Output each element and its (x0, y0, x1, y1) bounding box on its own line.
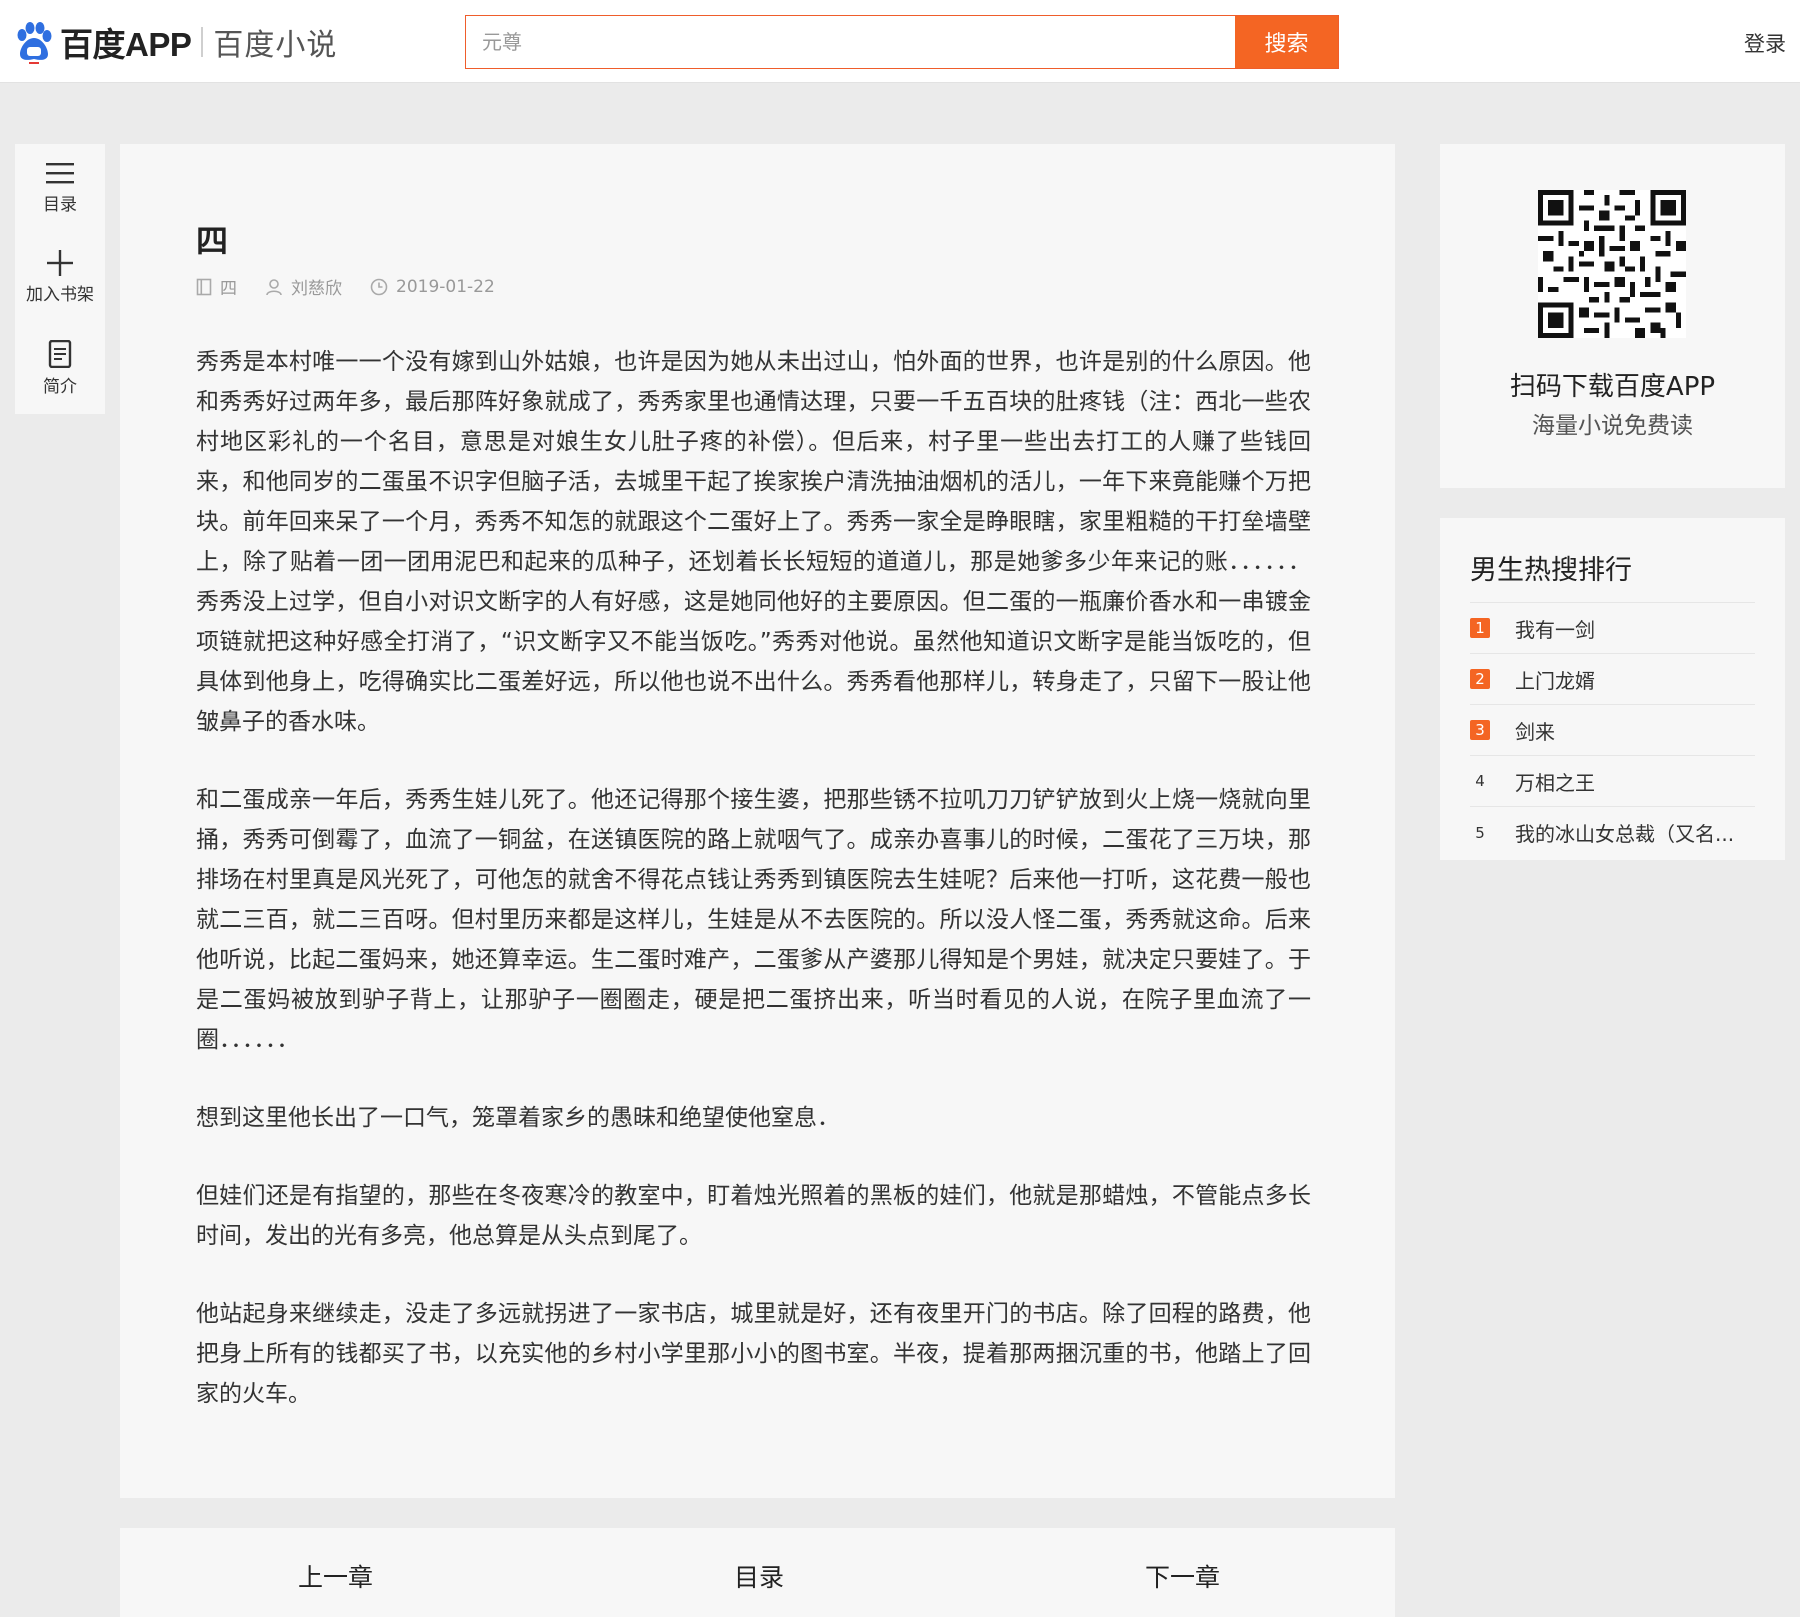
qr-card-title: 扫码下载百度APP (1509, 372, 1716, 402)
paragraph: 他站起身来继续走，没走了多远就拐进了一家书店，城里就是好，还有夜里开门的书店。除… (196, 1301, 1311, 1407)
reader-toolbar: 目录 加入书架 简介 (15, 144, 105, 414)
toolbar-toc-label: 目录 (43, 195, 77, 215)
meta-date-value: 2019-01-22 (396, 276, 495, 297)
sub-brand-name: 百度小说 (213, 28, 338, 63)
ranking-item[interactable]: 1 我有一剑 (1470, 603, 1755, 654)
baidu-paw-icon (17, 22, 52, 64)
chapter-title: 四 (196, 222, 229, 260)
book-icon (196, 278, 212, 295)
brand-divider (201, 27, 204, 57)
ranking-item-name: 我有一剑 (1515, 617, 1595, 642)
rank-badge: 2 (1470, 669, 1490, 689)
ranking-item[interactable]: 3 剑来 (1470, 705, 1755, 756)
meta-date: 2019-01-22 (370, 277, 495, 297)
meta-author-name: 刘慈欣 (291, 279, 342, 299)
toc-button[interactable]: 目录 (734, 1558, 784, 1594)
ranking-item-name: 剑来 (1515, 719, 1555, 744)
toolbar-intro-label: 简介 (43, 377, 77, 397)
ranking-item-name: 万相之王 (1515, 770, 1595, 795)
toolbar-toc-button[interactable]: 目录 (15, 160, 105, 240)
prev-chapter-button[interactable]: 上一章 (298, 1558, 373, 1594)
ranking-item-name: 我的冰山女总裁（又名... (1515, 822, 1735, 846)
rank-badge: 1 (1470, 618, 1490, 638)
brand-name: 百度APP (60, 26, 192, 63)
meta-author[interactable]: 刘慈欣 (265, 274, 342, 299)
paragraph: 秀秀是本村唯一一个没有嫁到山外姑娘，也许是因为她从未出过山，怕外面的世界，也许是… (196, 349, 1311, 735)
user-icon (266, 278, 282, 295)
rank-badge: 4 (1475, 772, 1485, 790)
meta-book[interactable]: 四 (196, 274, 237, 299)
search-button[interactable]: 搜索 (1235, 16, 1338, 68)
qr-card-subtitle: 海量小说免费读 (1532, 413, 1693, 439)
document-icon (48, 340, 72, 368)
toolbar-add-shelf-label: 加入书架 (26, 285, 94, 305)
toolbar-add-shelf-button[interactable]: 加入书架 (15, 250, 105, 330)
login-link[interactable]: 登录 (1744, 28, 1786, 58)
clock-icon (370, 278, 388, 295)
chapter-article: 四 四 刘慈欣 2019-01-22 秀秀是本村唯一一个没有嫁到山外姑娘，也许是… (120, 144, 1395, 1498)
paragraph: 但娃们还是有指望的，那些在冬夜寒冷的教室中，盯着烛光照着的黑板的娃们，他就是那蜡… (196, 1183, 1311, 1249)
search-box: 搜索 (465, 15, 1339, 69)
app-download-card: 扫码下载百度APP 海量小说免费读 (1440, 144, 1785, 488)
ranking-title: 男生热搜排行 (1470, 555, 1632, 586)
ranking-item[interactable]: 5 我的冰山女总裁（又名... (1470, 807, 1755, 858)
meta-book-name: 四 (220, 279, 237, 299)
rank-badge: 5 (1475, 823, 1485, 842)
baidu-logo[interactable]: 百度APP 百度小说 (14, 20, 337, 64)
menu-icon (46, 163, 74, 184)
next-chapter-button[interactable]: 下一章 (1145, 1558, 1220, 1594)
chapter-content: 秀秀是本村唯一一个没有嫁到山外姑娘，也许是因为她从未出过山，怕外面的世界，也许是… (196, 342, 1311, 1452)
paragraph: 想到这里他长出了一口气，笼罩着家乡的愚昧和绝望使他窒息． (196, 1105, 840, 1131)
ranking-item[interactable]: 2 上门龙婿 (1470, 654, 1755, 705)
plus-icon (47, 250, 73, 276)
ranking-list: 1 我有一剑 2 上门龙婿 3 剑来 4 万相之王 5 我的冰山女总裁（又名..… (1470, 602, 1755, 858)
top-header: 百度APP 百度小说 搜索 登录 (0, 0, 1800, 83)
ranking-item[interactable]: 4 万相之王 (1470, 756, 1755, 807)
chapter-meta: 四 刘慈欣 2019-01-22 (196, 274, 523, 299)
toolbar-intro-button[interactable]: 简介 (15, 340, 105, 420)
paragraph: 和二蛋成亲一年后，秀秀生娃儿死了。他还记得那个接生婆，把那些锈不拉叽刀刀铲铲放到… (196, 787, 1311, 1053)
qr-code-image[interactable] (1538, 190, 1686, 338)
ranking-item-name: 上门龙婿 (1515, 668, 1595, 693)
chapter-navigation: 上一章 目录 下一章 (120, 1528, 1395, 1617)
rank-badge: 3 (1470, 720, 1490, 740)
hot-search-ranking: 男生热搜排行 1 我有一剑 2 上门龙婿 3 剑来 4 万相之王 5 我的冰山女… (1440, 518, 1785, 860)
search-input[interactable] (466, 16, 1236, 68)
